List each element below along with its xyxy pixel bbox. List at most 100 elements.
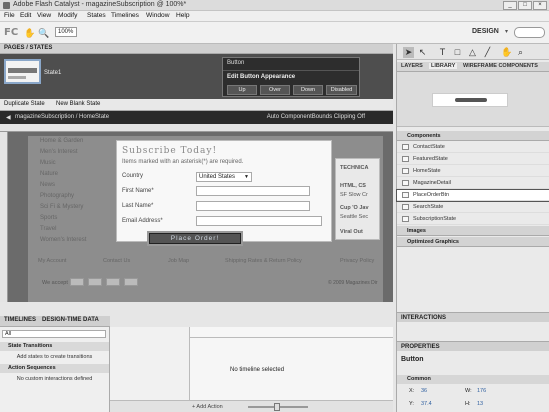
menu-file[interactable]: File [4, 12, 15, 19]
menu-states[interactable]: States [87, 12, 106, 19]
shape-tool-icon[interactable]: △ [467, 47, 478, 58]
library-item[interactable]: ContactState [397, 142, 549, 153]
maximize-button[interactable]: □ [518, 1, 532, 10]
last-name-label: Last Name* [122, 203, 154, 209]
add-action-button[interactable]: + Add Action [192, 404, 223, 410]
library-item[interactable]: HomeState [397, 166, 549, 177]
category-item[interactable]: Home & Garden [40, 138, 83, 144]
email-field[interactable] [196, 216, 322, 226]
text-tool-icon[interactable]: T [437, 47, 448, 58]
copyright-text: © 2009 Magazines Dir [328, 280, 378, 286]
add-states-hint: Add states to create transitions [16, 354, 93, 360]
search-input[interactable] [514, 27, 545, 38]
category-item[interactable]: Music [40, 160, 56, 166]
title-bar: Adobe Flash Catalyst - magazineSubscript… [0, 0, 549, 11]
minimize-button[interactable]: _ [503, 1, 517, 10]
footer-link[interactable]: Contact Us [103, 258, 130, 264]
category-item[interactable]: Photography [40, 193, 74, 199]
category-item[interactable]: Sci Fi & Mystery [40, 204, 83, 210]
menu-view[interactable]: View [37, 12, 51, 19]
state-disabled-button[interactable]: Disabled [326, 85, 357, 95]
footer-link[interactable]: Shipping Rates & Return Policy [225, 258, 302, 264]
images-header[interactable]: Images [397, 226, 549, 236]
pages-states-header: PAGES / STATES [0, 44, 393, 54]
category-item[interactable]: News [40, 182, 55, 188]
divider [223, 70, 359, 71]
library-item-selected[interactable]: PlaceOrderBtn [396, 189, 549, 202]
library-item-label: HomeState [413, 168, 441, 174]
category-item[interactable]: Sports [40, 215, 57, 221]
h-value[interactable]: 13 [477, 401, 483, 407]
state-name[interactable]: State1 [44, 70, 61, 76]
action-sequences-header[interactable]: Action Sequences [0, 364, 109, 373]
category-item[interactable]: Nature [40, 171, 58, 177]
tab-wireframe-components[interactable]: WIREFRAME COMPONENTS [463, 63, 538, 69]
card-icon [88, 278, 102, 286]
menu-modify[interactable]: Modify [58, 12, 77, 19]
duplicate-state-button[interactable]: Duplicate State [4, 101, 45, 107]
library-item-label: SubscriptionState [413, 216, 457, 222]
new-blank-state-button[interactable]: New Blank State [56, 101, 100, 107]
tab-layers[interactable]: LAYERS [401, 63, 423, 69]
tab-timelines[interactable]: TIMELINES [4, 317, 36, 323]
state-down-button[interactable]: Down [293, 85, 323, 95]
hand-icon[interactable]: ✋ [24, 28, 35, 38]
direct-select-tool-icon[interactable]: ↖ [417, 47, 428, 58]
menu-help[interactable]: Help [176, 12, 190, 19]
place-order-button[interactable]: Place Order! [149, 233, 241, 244]
x-value[interactable]: 36 [421, 388, 427, 394]
properties-header[interactable]: PROPERTIES [397, 341, 549, 351]
hand-tool-icon[interactable]: ✋ [501, 47, 512, 58]
artboard-canvas[interactable]: Home & Garden Men's Interest Music Natur… [28, 136, 383, 302]
sidebar-heading: TECHNICA [340, 165, 369, 171]
menu-timelines[interactable]: Timelines [111, 12, 139, 19]
common-section-header[interactable]: Common [397, 375, 549, 384]
footer-link[interactable]: Job Map [168, 258, 189, 264]
timeline-footer: + Add Action [110, 400, 393, 412]
state-up-button[interactable]: Up [227, 85, 257, 95]
timeline-filter[interactable]: All [2, 330, 106, 338]
tab-library[interactable]: LIBRARY [429, 63, 458, 69]
library-item[interactable]: FeaturedState [397, 154, 549, 165]
rectangle-tool-icon[interactable]: □ [452, 47, 463, 58]
breadcrumb-options[interactable]: Auto ComponentBounds Clipping Off [267, 114, 365, 120]
accept-label: We accept [42, 280, 68, 286]
slider-handle[interactable] [274, 403, 280, 411]
library-item-label: MagazineDetail [413, 180, 451, 186]
close-button[interactable]: × [533, 1, 547, 10]
menu-edit[interactable]: Edit [20, 12, 31, 19]
zoom-tool-icon[interactable]: ⌕ [515, 47, 526, 58]
menu-window[interactable]: Window [146, 12, 169, 19]
optimized-graphics-header[interactable]: Optimized Graphics [397, 237, 549, 247]
line-tool-icon[interactable]: ╱ [482, 47, 493, 58]
select-tool-icon[interactable]: ➤ [403, 47, 414, 58]
library-item[interactable]: SearchState [397, 202, 549, 213]
workspace-label[interactable]: DESIGN [472, 28, 499, 35]
y-value[interactable]: 37.4 [421, 401, 432, 407]
footer-link[interactable]: Privacy Policy [340, 258, 374, 264]
state-thumbnail[interactable] [4, 59, 41, 84]
zoom-icon[interactable]: 🔍 [38, 28, 49, 38]
interactions-header[interactable]: INTERACTIONS [397, 312, 549, 322]
state-over-button[interactable]: Over [260, 85, 290, 95]
chevron-down-icon[interactable]: ▾ [505, 28, 508, 35]
form-title: Subscribe Today! [122, 146, 218, 156]
library-item[interactable]: SubscriptionState [397, 214, 549, 225]
category-item[interactable]: Travel [40, 226, 56, 232]
last-name-field[interactable] [196, 201, 310, 211]
library-item[interactable]: MagazineDetail [397, 178, 549, 189]
footer-link[interactable]: My Account [38, 258, 66, 264]
tab-design-time-data[interactable]: DESIGN-TIME DATA [42, 317, 99, 323]
w-value[interactable]: 176 [477, 388, 486, 394]
state-transitions-header[interactable]: State Transitions [0, 342, 109, 351]
components-header[interactable]: Components [397, 131, 549, 141]
category-item[interactable]: Men's Interest [40, 149, 78, 155]
zoom-select[interactable]: 100% [55, 27, 77, 37]
breadcrumb-path[interactable]: magazineSubscription / HomeState [15, 114, 109, 120]
sidebar-item: Viral Out [340, 229, 363, 235]
country-select[interactable]: United States ▼ [196, 172, 252, 182]
category-item[interactable]: Women's Interest [40, 237, 86, 243]
first-name-field[interactable] [196, 186, 310, 196]
h-label: H: [465, 401, 471, 407]
back-arrow-icon[interactable]: ◀ [6, 114, 11, 121]
